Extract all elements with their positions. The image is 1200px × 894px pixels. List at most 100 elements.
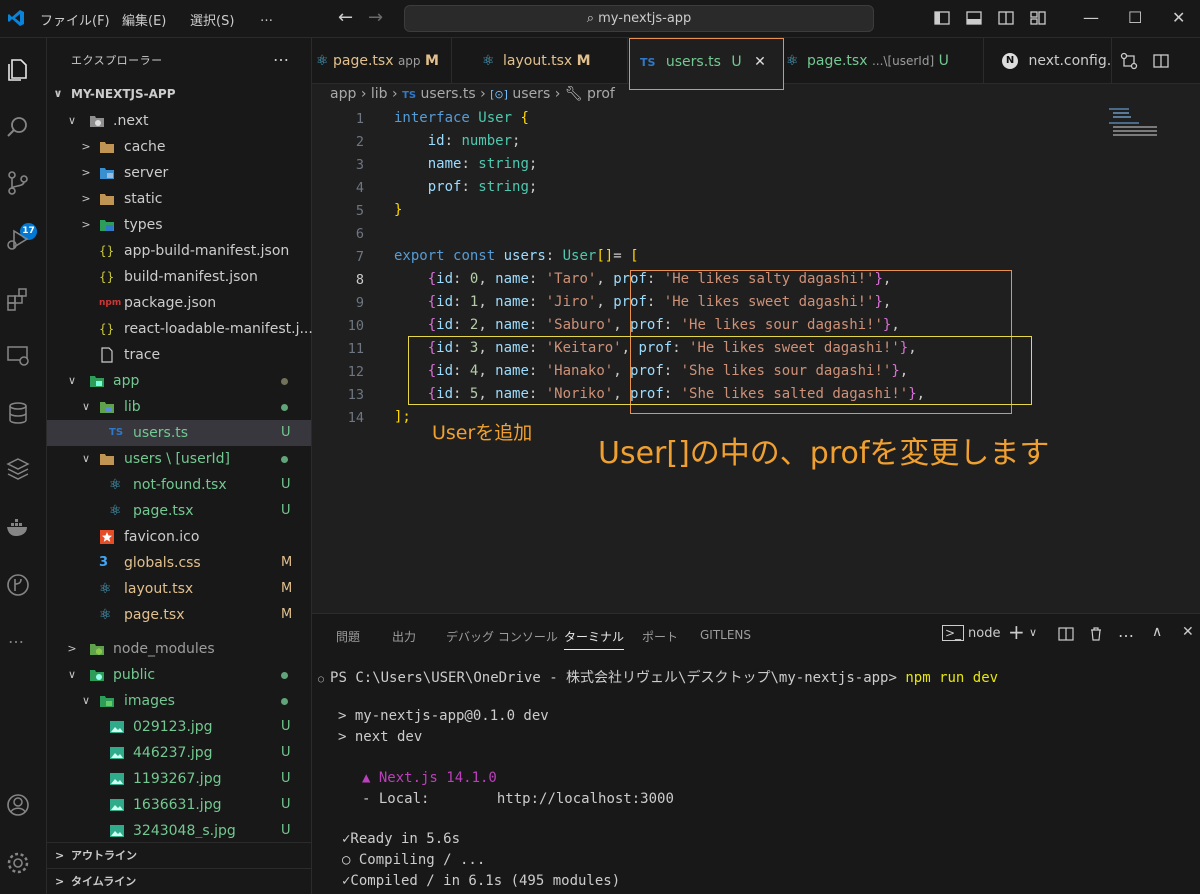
command-center-search[interactable]: ⌕ my-nextjs-app — [404, 5, 874, 32]
tab-page-tsx-userid[interactable]: ⚛ page.tsx ...\[userId] U — [784, 38, 984, 84]
file-app-build-manifest[interactable]: {} app-build-manifest.json — [47, 238, 311, 264]
folder-users-userid[interactable]: ∨ users \ [userId] — [47, 446, 311, 472]
code-editor[interactable]: 1 2 3 4 5 6 7 8 9 10 11 12 13 14 interfa… — [312, 108, 1200, 613]
explorer-icon[interactable] — [6, 56, 32, 82]
file-layout-tsx[interactable]: ⚛ layout.tsx M — [47, 576, 311, 602]
close-tab-icon[interactable]: ✕ — [754, 54, 766, 70]
breadcrumb-item[interactable]: lib — [371, 86, 388, 102]
breadcrumb-item[interactable]: users.ts — [421, 86, 476, 102]
favicon-icon — [100, 530, 114, 544]
menu-more[interactable]: … — [260, 10, 273, 25]
explorer-more-icon[interactable]: … — [273, 46, 289, 65]
trash-icon[interactable] — [1088, 626, 1104, 642]
run-debug-icon[interactable] — [5, 226, 31, 252]
toggle-panel-icon[interactable] — [965, 9, 983, 27]
extensions-icon[interactable] — [5, 286, 31, 312]
tab-ports[interactable]: ポート — [642, 628, 678, 645]
customize-layout-icon[interactable] — [1029, 9, 1047, 27]
search-activity-icon[interactable] — [5, 114, 31, 140]
file-react-loadable-manifest[interactable]: {} react-loadable-manifest.j... — [47, 316, 313, 342]
menu-file[interactable]: ファイル(F) — [40, 10, 110, 29]
tab-output[interactable]: 出力 — [392, 628, 416, 645]
minimize-icon[interactable]: — — [1083, 8, 1099, 27]
folder-app[interactable]: ∨ app — [47, 368, 311, 394]
breadcrumb-item[interactable]: users — [512, 86, 550, 102]
untracked-dot — [281, 404, 288, 411]
tab-users-ts[interactable]: TS users.ts U ✕ — [629, 38, 784, 90]
source-control-icon[interactable] — [5, 170, 31, 196]
docker-icon[interactable] — [5, 514, 31, 540]
wrench-property-icon: 🔧︎ — [564, 86, 583, 102]
file-users-ts[interactable]: TS users.ts U — [47, 420, 311, 446]
timeline-section[interactable]: > タイムライン — [47, 868, 311, 894]
toggle-secondary-sidebar-icon[interactable] — [997, 9, 1015, 27]
tab-next-config[interactable]: N next.config.js — [984, 38, 1112, 84]
tab-debug-console[interactable]: デバッグ コンソール — [446, 628, 558, 645]
folder-public[interactable]: ∨ public — [47, 662, 311, 688]
file-package-json[interactable]: npm package.json — [47, 290, 311, 316]
database-icon[interactable] — [5, 400, 31, 426]
forward-arrow-icon[interactable]: → — [368, 7, 383, 28]
folder-images[interactable]: ∨ images — [47, 688, 311, 714]
new-terminal-icon[interactable]: + — [1008, 620, 1025, 644]
folder-node-modules[interactable]: > node_modules — [47, 636, 311, 662]
chevron-right-icon: > — [81, 166, 91, 179]
project-root[interactable]: ∨ MY-NEXTJS-APP — [47, 81, 311, 107]
file-globals-css[interactable]: 3 globals.css M — [47, 550, 311, 576]
file-image-1[interactable]: 029123.jpg U — [47, 714, 311, 740]
folder-server[interactable]: > server — [47, 160, 311, 186]
file-app-page-tsx[interactable]: ⚛ page.tsx M — [47, 602, 311, 628]
line-number: 10 — [347, 318, 364, 334]
remote-explorer-icon[interactable] — [5, 342, 31, 368]
toggle-primary-sidebar-icon[interactable] — [933, 9, 951, 27]
maximize-panel-icon[interactable]: ∧ — [1152, 624, 1162, 640]
next-folder-icon — [90, 116, 104, 127]
tab-page-tsx-app[interactable]: ⚛ page.tsx app M — [312, 38, 452, 84]
file-not-found-tsx[interactable]: ⚛ not-found.tsx U — [47, 472, 311, 498]
folder-static[interactable]: > static — [47, 186, 311, 212]
folder-types[interactable]: > types — [47, 212, 311, 238]
more-actions-icon[interactable]: … — [1118, 622, 1134, 641]
more-icon[interactable]: … — [8, 628, 24, 647]
menu-edit[interactable]: 編集(E) — [122, 10, 166, 29]
terminal-shell-name[interactable]: node — [968, 626, 1000, 641]
code-line: id: number; — [427, 133, 521, 149]
file-image-2[interactable]: 446237.jpg U — [47, 740, 311, 766]
gitlens-icon[interactable] — [5, 572, 31, 598]
css-icon: 3 — [99, 555, 109, 570]
breadcrumb-item[interactable]: app — [330, 86, 356, 102]
account-icon[interactable] — [5, 792, 31, 818]
chevron-down-icon[interactable]: ∨ — [1029, 626, 1037, 639]
node-modules-folder-icon — [90, 644, 104, 655]
menu-selection[interactable]: 選択(S) — [190, 10, 234, 29]
settings-gear-icon[interactable] — [5, 850, 31, 876]
lib-folder-icon — [100, 402, 114, 413]
tab-problems[interactable]: 問題 — [336, 628, 360, 645]
close-panel-icon[interactable]: ✕ — [1182, 624, 1194, 640]
folder-next[interactable]: ∨ .next — [47, 108, 311, 134]
file-userid-page-tsx[interactable]: ⚛ page.tsx U — [47, 498, 311, 524]
file-image-4[interactable]: 1636631.jpg U — [47, 792, 311, 818]
outline-section[interactable]: > アウトライン — [47, 842, 311, 868]
folder-cache[interactable]: > cache — [47, 134, 311, 160]
minimap[interactable] — [1109, 108, 1159, 138]
file-image-3[interactable]: 1193267.jpg U — [47, 766, 311, 792]
file-icon — [101, 347, 113, 363]
file-trace[interactable]: trace — [47, 342, 311, 368]
tab-terminal[interactable]: ターミナル — [564, 628, 625, 650]
file-favicon[interactable]: favicon.ico — [47, 524, 311, 550]
tab-layout-tsx[interactable]: ⚛ layout.tsx M — [470, 38, 628, 84]
folder-icon — [100, 142, 114, 153]
split-editor-icon[interactable] — [1152, 52, 1170, 70]
layers-icon[interactable] — [5, 456, 31, 482]
tab-gitlens[interactable]: GITLENS — [700, 628, 751, 642]
file-image-5[interactable]: 3243048_s.jpg U — [47, 818, 311, 838]
breadcrumb-item[interactable]: prof — [587, 86, 615, 102]
folder-lib[interactable]: ∨ lib — [47, 394, 311, 420]
back-arrow-icon[interactable]: ← — [338, 7, 353, 28]
split-terminal-icon[interactable] — [1058, 626, 1074, 642]
file-build-manifest[interactable]: {} build-manifest.json — [47, 264, 311, 290]
open-changes-icon[interactable] — [1120, 52, 1138, 70]
close-window-icon[interactable]: ✕ — [1172, 8, 1185, 27]
maximize-icon[interactable]: ☐ — [1128, 8, 1142, 27]
